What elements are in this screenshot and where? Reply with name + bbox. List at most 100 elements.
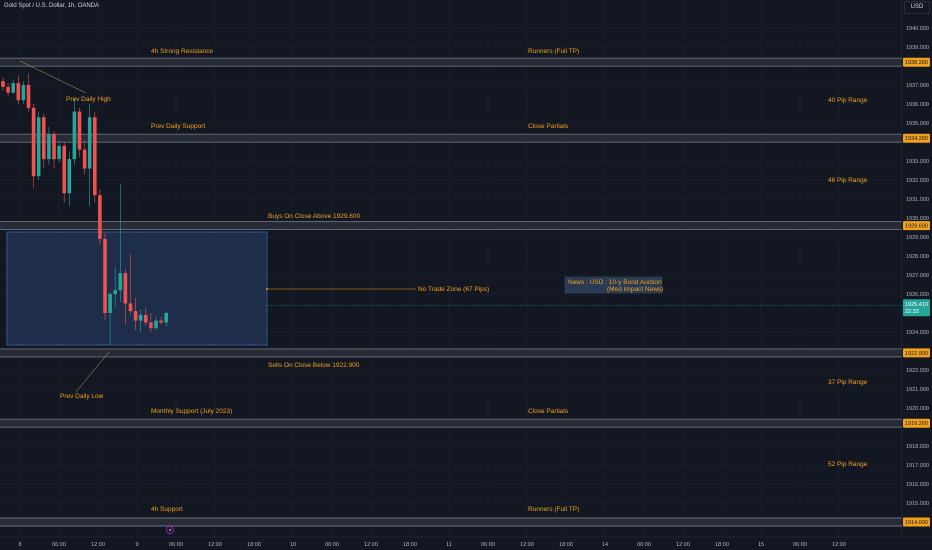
candle-body — [82, 149, 87, 169]
candle-body — [159, 320, 163, 323]
candle-body — [98, 195, 102, 239]
news-line-2: (Med Impact News) — [607, 286, 663, 293]
candle-body — [62, 145, 66, 194]
y-tick-label: 1926.000 — [906, 292, 929, 298]
level-label-prev-daily-support: Prev Daily Support — [151, 123, 205, 130]
candle-body — [36, 117, 41, 177]
right-label-runners-top: Runners (Full TP) — [528, 48, 579, 55]
level-label-4h-strong-resistance: 4h Strong Resistance — [151, 48, 214, 55]
candle-body — [47, 134, 51, 160]
candle-body — [123, 273, 128, 304]
y-tick-label: 1937.000 — [906, 83, 929, 89]
current-price-text: 1925.410 — [905, 302, 928, 308]
candle-body — [154, 320, 158, 329]
x-tick-label: 18:00 — [715, 542, 729, 548]
level-price-badge-text: 1919.200 — [905, 421, 928, 427]
x-tick-label: 12:00 — [364, 542, 378, 548]
level-price-badge-text: 1934.200 — [905, 136, 928, 142]
right-label-runners-bottom: Runners (Full TP) — [528, 506, 579, 513]
candle-body — [128, 303, 133, 312]
x-tick-label: 12:00 — [832, 542, 846, 548]
level-price-badge-text: 1938.200 — [905, 60, 928, 66]
candle-body — [1, 81, 5, 87]
y-tick-label: 1935.000 — [906, 121, 929, 127]
x-tick-label: 9 — [135, 542, 138, 548]
level-band[interactable] — [0, 518, 902, 526]
current-price-countdown: 22:33 — [905, 309, 919, 315]
x-tick-label: 06:00 — [325, 542, 339, 548]
level-label-buys: Buys On Close Above 1929.600 — [268, 213, 361, 220]
price-chart[interactable]: 4h Strong Resistance Runners (Full TP) P… — [0, 0, 932, 550]
x-tick-label: 06:00 — [169, 542, 183, 548]
y-tick-label: 1920.000 — [906, 406, 929, 412]
x-tick-label: 12:00 — [676, 542, 690, 548]
x-tick-label: 8 — [18, 542, 21, 548]
prev-daily-low-label: Prev Daily Low — [60, 393, 104, 400]
right-label-close-partials-top: Close Partials — [528, 123, 569, 130]
y-tick-label: 1922.000 — [906, 368, 929, 374]
candle-body — [118, 273, 123, 291]
range-label-52: 52 Pip Range — [828, 461, 868, 468]
y-tick-label: 1936.000 — [906, 102, 929, 108]
level-band[interactable] — [0, 419, 902, 428]
level-price-badge-text: 1914.000 — [905, 520, 928, 526]
y-tick-label: 1924.000 — [906, 330, 929, 336]
y-tick-label: 1916.000 — [906, 482, 929, 488]
level-price-badge-text: 1929.600 — [905, 224, 928, 230]
x-tick-label: 06:00 — [52, 542, 66, 548]
x-tick-label: 18:00 — [559, 542, 573, 548]
candle-body — [67, 159, 72, 194]
price-scale[interactable] — [902, 0, 932, 537]
chart-symbol-title[interactable]: Gold Spot / U.S. Dollar, 1h, OANDA — [4, 3, 99, 9]
y-tick-label: 1932.000 — [906, 178, 929, 184]
y-tick-label: 1939.000 — [906, 45, 929, 51]
level-label-4h-support: 4h Support — [151, 506, 183, 513]
candle-body — [149, 322, 153, 329]
currency-button[interactable]: USD — [904, 1, 930, 14]
x-tick-label: 14 — [602, 542, 608, 548]
x-tick-label: 15 — [758, 542, 764, 548]
level-band[interactable] — [0, 58, 902, 67]
x-tick-label: 12:00 — [520, 542, 534, 548]
range-label-37: 37 Pip Range — [828, 379, 868, 386]
event-flash-icon[interactable] — [165, 526, 174, 535]
news-line-1: News : USD : 10-y Bond Auction — [568, 279, 662, 286]
x-tick-label: 06:00 — [481, 542, 495, 548]
no-trade-zone-box[interactable] — [6, 231, 268, 346]
level-band[interactable] — [0, 134, 902, 143]
level-band[interactable] — [0, 348, 902, 357]
x-tick-label: 06:00 — [793, 542, 807, 548]
candle-body — [144, 314, 148, 323]
candle-body — [103, 238, 107, 313]
x-tick-label: 06:00 — [637, 542, 651, 548]
level-price-badge-text: 1922.900 — [905, 351, 928, 357]
right-label-close-partials-bottom: Close Partials — [528, 408, 569, 415]
candle-body — [52, 134, 56, 160]
candle-body — [72, 111, 77, 160]
candle-body — [26, 85, 31, 108]
candle-body — [57, 145, 61, 160]
x-tick-label: 10 — [290, 542, 296, 548]
y-tick-label: 1927.000 — [906, 273, 929, 279]
range-label-40: 40 Pip Range — [828, 97, 868, 104]
candle-body — [108, 294, 112, 313]
x-tick-label: 12:00 — [91, 542, 105, 548]
y-tick-label: 1929.000 — [906, 235, 929, 241]
candle-body — [6, 86, 10, 93]
candle-body — [133, 311, 138, 321]
y-tick-label: 1918.000 — [906, 444, 929, 450]
no-trade-zone-label: No Trade Zone (67 Pips) — [418, 286, 489, 293]
level-label-sells: Sells On Close Below 1922.900 — [268, 362, 360, 369]
x-tick-label: 18:00 — [247, 542, 261, 548]
range-label-46: 46 Pip Range — [828, 177, 868, 184]
candle-body — [21, 85, 26, 101]
candle-body — [16, 83, 21, 101]
candle-body — [138, 314, 143, 321]
y-tick-label: 1931.000 — [906, 197, 929, 203]
y-tick-label: 1940.000 — [906, 26, 929, 32]
level-band[interactable] — [0, 221, 902, 230]
x-tick-label: 18:00 — [403, 542, 417, 548]
y-tick-label: 1928.000 — [906, 254, 929, 260]
prev-daily-high-label: Prev Daily High — [66, 96, 111, 103]
y-tick-label: 1921.000 — [906, 387, 929, 393]
